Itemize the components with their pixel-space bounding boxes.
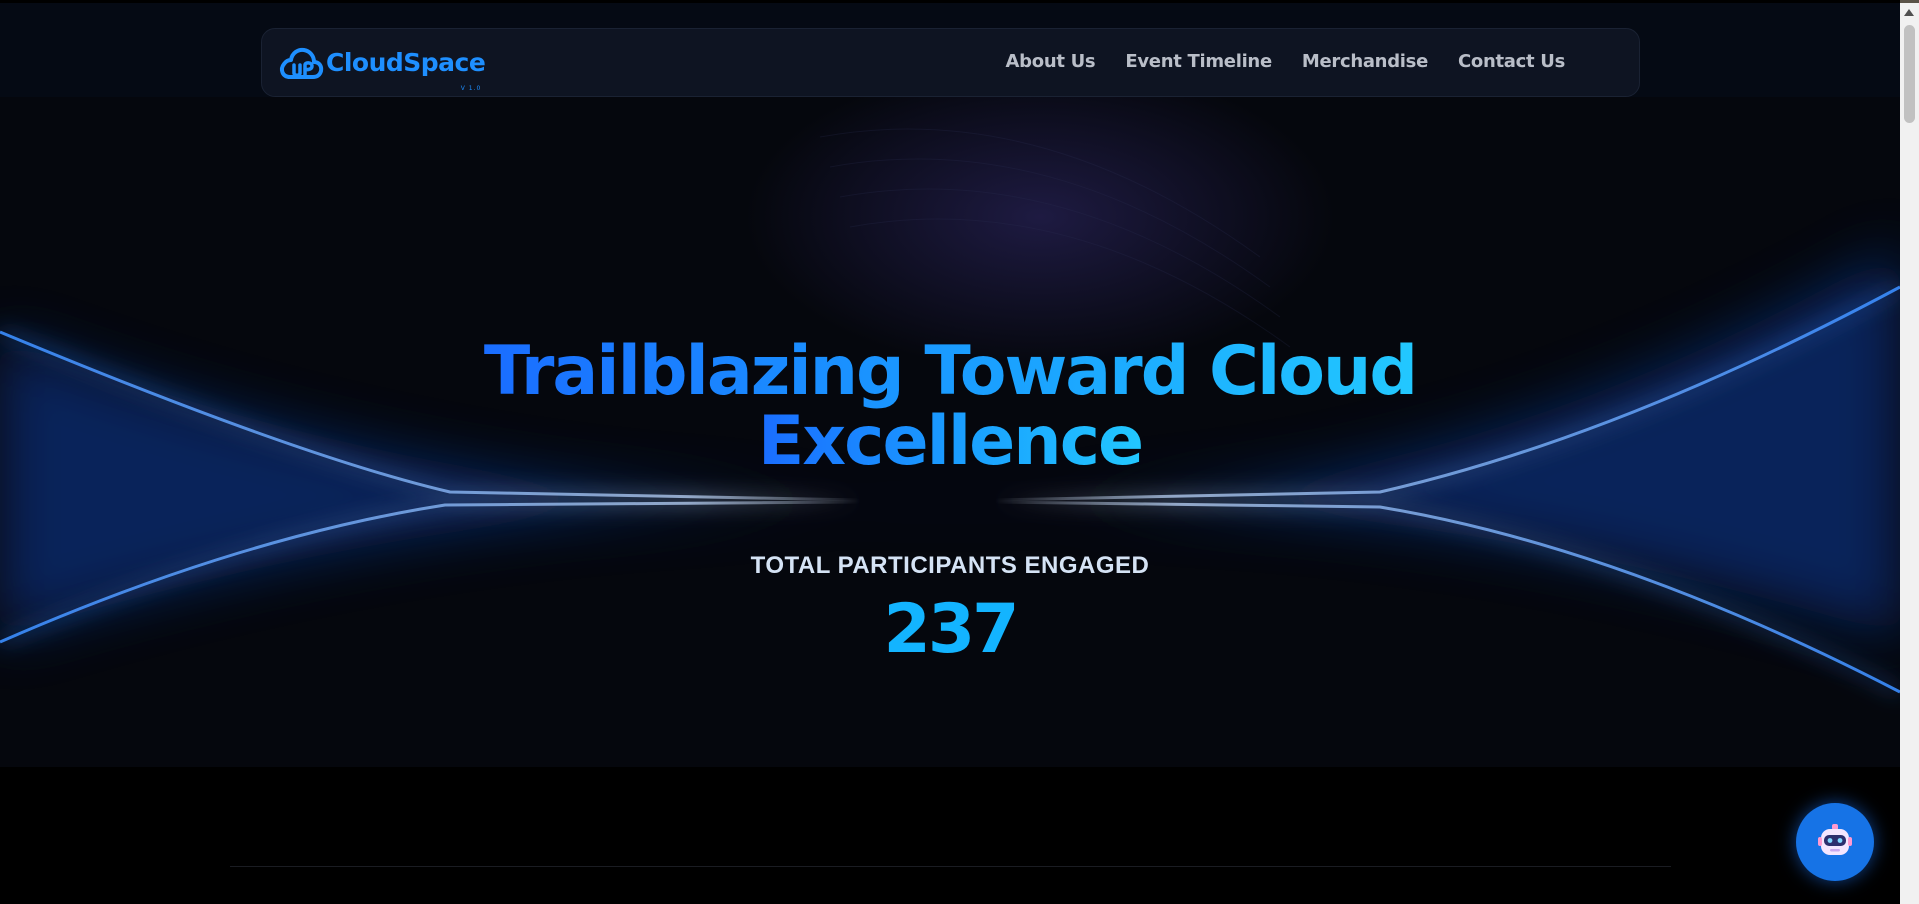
brand-name: CloudSpace <box>326 47 486 77</box>
nav-link-about-us[interactable]: About Us <box>1006 51 1096 72</box>
hero-title: Trailblazing Toward Cloud Excellence <box>0 337 1900 477</box>
nav-link-contact-us[interactable]: Contact Us <box>1458 51 1565 72</box>
nav-links: About Us Event Timeline Merchandise Cont… <box>1006 51 1566 72</box>
scroll-up-arrow-icon[interactable] <box>1904 9 1914 16</box>
robot-icon <box>1818 824 1852 855</box>
participants-count: 237 <box>883 590 1020 669</box>
nav-link-event-timeline[interactable]: Event Timeline <box>1125 51 1272 72</box>
hero-title-line-2: Excellence <box>757 402 1144 481</box>
lower-section <box>0 767 1900 904</box>
chatbot-button[interactable] <box>1796 803 1874 881</box>
section-divider <box>230 866 1671 867</box>
nav-link-merchandise[interactable]: Merchandise <box>1302 51 1428 72</box>
brand-logo[interactable]: CloudSpace V 1.0 <box>278 43 486 92</box>
participants-label: TOTAL PARTICIPANTS ENGAGED <box>750 552 1150 579</box>
vertical-scrollbar[interactable] <box>1900 3 1919 904</box>
hero-title-line-1: Trailblazing Toward Cloud <box>483 332 1418 411</box>
page-viewport: CloudSpace V 1.0 About Us Event Timeline… <box>0 0 1900 904</box>
cloud-logo-icon <box>280 47 324 79</box>
navbar: CloudSpace V 1.0 About Us Event Timeline… <box>261 28 1640 97</box>
scroll-thumb[interactable] <box>1904 25 1915 123</box>
brand-version: V 1.0 <box>460 85 482 92</box>
hero-section: Trailblazing Toward Cloud Excellence TOT… <box>0 97 1900 767</box>
